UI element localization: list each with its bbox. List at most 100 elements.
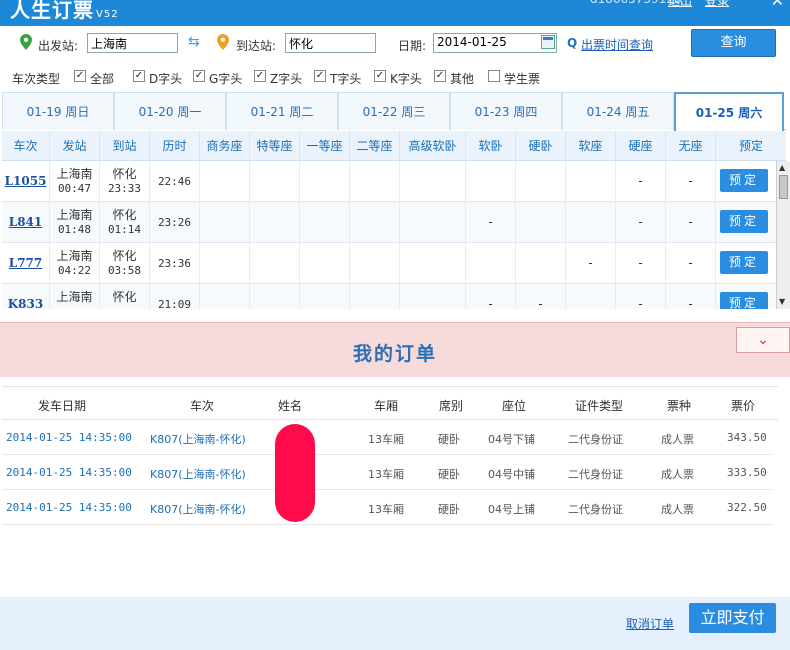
collapse-icon[interactable]: ⌄: [736, 327, 790, 353]
calendar-icon[interactable]: [541, 35, 555, 49]
column-header[interactable]: 车次: [2, 131, 50, 161]
pay-now-button[interactable]: 立即支付: [689, 603, 776, 633]
to-station-input[interactable]: 怀化: [285, 33, 376, 53]
order-date: 2014-01-25 14:35:00: [6, 466, 132, 479]
duration: 22:46: [150, 161, 200, 202]
logout-link[interactable]: 退出: [668, 0, 692, 9]
tab-date[interactable]: 01-23 周四: [450, 92, 562, 130]
filter-checkbox-other[interactable]: ✓: [434, 70, 446, 82]
order-row: 2014-01-25 14:35:00 K807(上海南-怀化) 13车厢 硬卧…: [2, 490, 772, 525]
duration: 21:09: [150, 284, 200, 309]
soft-sleeper: [466, 161, 516, 202]
train-cell: L841: [2, 202, 50, 243]
order-train: K807(上海南-怀化): [150, 468, 246, 481]
order-column-header: 发车日期: [38, 399, 87, 413]
tab-date[interactable]: 01-19 周日: [2, 92, 114, 130]
column-header[interactable]: 发站: [50, 131, 100, 161]
to-station: 怀化: [112, 167, 137, 181]
filter-checkbox-all[interactable]: ✓: [74, 70, 86, 82]
order-date: 2014-01-25 14:35:00: [6, 501, 132, 514]
book-button[interactable]: 预定: [720, 292, 768, 309]
filter-checkbox-student[interactable]: [488, 70, 500, 82]
column-header: 预定: [738, 139, 763, 153]
hard-seat: -: [616, 161, 666, 202]
book-button[interactable]: 预定: [720, 210, 768, 233]
close-icon[interactable]: ✕: [771, 0, 784, 10]
scroll-up-icon[interactable]: ▲: [779, 163, 785, 172]
order-row: 2014-01-25 14:35:00 K807(上海南-怀化) 13车厢 硬卧…: [2, 455, 772, 490]
filter-label-g: G字头: [209, 72, 243, 86]
order-id-type: 二代身份证: [568, 468, 623, 481]
order-car: 13车厢: [368, 503, 404, 516]
train-type-filter: 车次类型 ✓ 全部 ✓ D字头 ✓ G字头 ✓ Z字头 ✓ T字头 ✓ K字头 …: [0, 62, 790, 90]
order-ticket-type: 成人票: [661, 433, 694, 446]
filter-checkbox-k[interactable]: ✓: [374, 70, 386, 82]
soft-seat: -: [566, 243, 616, 284]
train-number-link[interactable]: L841: [9, 215, 43, 229]
orders-panel-header: 我的订单 ⌄: [0, 322, 790, 377]
to-station: 怀化: [112, 208, 137, 222]
switch-link[interactable]: 登录: [705, 0, 729, 9]
ticket-time-link[interactable]: 出票时间查询: [581, 36, 653, 53]
order-column-header: 座位: [502, 399, 527, 413]
hard-seat: -: [616, 284, 666, 309]
app-title: 人生订票 V52: [10, 0, 119, 22]
tab-date[interactable]: 01-22 周三: [338, 92, 450, 130]
from-station: 上海南: [56, 208, 93, 222]
order-column-header: 席别: [439, 399, 464, 413]
column-header: 高级软卧: [400, 131, 466, 161]
train-cell: K833: [2, 284, 50, 309]
from-station-input[interactable]: 上海南: [87, 33, 178, 53]
order-class: 硬卧: [438, 433, 460, 446]
train-table-header: 车次 发站 到站 历时 商务座 特等座 一等座 二等座 高级软卧 软卧 硬卧 软…: [2, 131, 786, 161]
column-header: 特等座: [250, 131, 300, 161]
book-button[interactable]: 预定: [720, 251, 768, 274]
cancel-order-link[interactable]: 取消订单: [626, 615, 674, 632]
book-button[interactable]: 预定: [720, 169, 768, 192]
filter-checkbox-t[interactable]: ✓: [314, 70, 326, 82]
train-number-link[interactable]: L777: [9, 256, 43, 270]
order-seat: 04号下铺: [488, 433, 535, 446]
to-cell: 怀化 01:14: [100, 202, 150, 243]
filter-checkbox-z[interactable]: ✓: [254, 70, 266, 82]
query-button[interactable]: 查询: [691, 29, 776, 57]
tab-date[interactable]: 01-21 周二: [226, 92, 338, 130]
order-car: 13车厢: [368, 468, 404, 481]
from-cell: 上海南 04:22: [50, 243, 100, 284]
tab-date[interactable]: 01-20 周一: [114, 92, 226, 130]
seat-cell: [250, 243, 300, 284]
scroll-thumb[interactable]: [779, 175, 788, 199]
seat-cell: [300, 161, 350, 202]
filter-title: 车次类型: [12, 72, 61, 86]
soft-seat: [566, 161, 616, 202]
train-cell: L777: [2, 243, 50, 284]
filter-checkbox-g[interactable]: ✓: [193, 70, 205, 82]
tab-date[interactable]: 01-24 周五: [562, 92, 674, 130]
train-number-link[interactable]: L1055: [5, 174, 47, 188]
order-row: 2014-01-25 14:35:00 K807(上海南-怀化) 13车厢 硬卧…: [2, 420, 772, 455]
seat-cell: [350, 243, 400, 284]
orders-table-header: 发车日期 车次 姓名 车厢 席别 座位 证件类型 票种 票价: [2, 386, 778, 420]
duration: 23:26: [150, 202, 200, 243]
train-cell: L1055: [2, 161, 50, 202]
train-number-link[interactable]: K833: [8, 297, 43, 309]
swap-icon[interactable]: ⇆: [188, 34, 200, 50]
column-header: 软座: [566, 131, 616, 161]
name-redaction: [275, 424, 315, 522]
origin-pin-icon: [20, 34, 32, 50]
column-header[interactable]: 历时: [150, 131, 200, 161]
train-list-scrollbar[interactable]: ▲ ▼: [776, 161, 790, 309]
tab-date-active[interactable]: 01-25 周六: [674, 92, 784, 131]
order-column-header: 证件类型: [575, 399, 624, 413]
to-station: 怀化: [112, 249, 137, 263]
order-class: 硬卧: [438, 503, 460, 516]
scroll-down-icon[interactable]: ▼: [779, 297, 785, 306]
table-row: L1055 上海南 00:47 怀化 23:33 22:46 - - 预定: [2, 161, 776, 202]
date-input[interactable]: 2014-01-25: [433, 33, 557, 53]
order-train: K807(上海南-怀化): [150, 503, 246, 516]
column-header[interactable]: 到站: [100, 131, 150, 161]
filter-checkbox-d[interactable]: ✓: [133, 70, 145, 82]
hard-seat: -: [616, 243, 666, 284]
arrival-time: 01:14: [107, 223, 142, 236]
table-row: L777 上海南 04:22 怀化 03:58 23:36 - - - 预定: [2, 243, 776, 284]
